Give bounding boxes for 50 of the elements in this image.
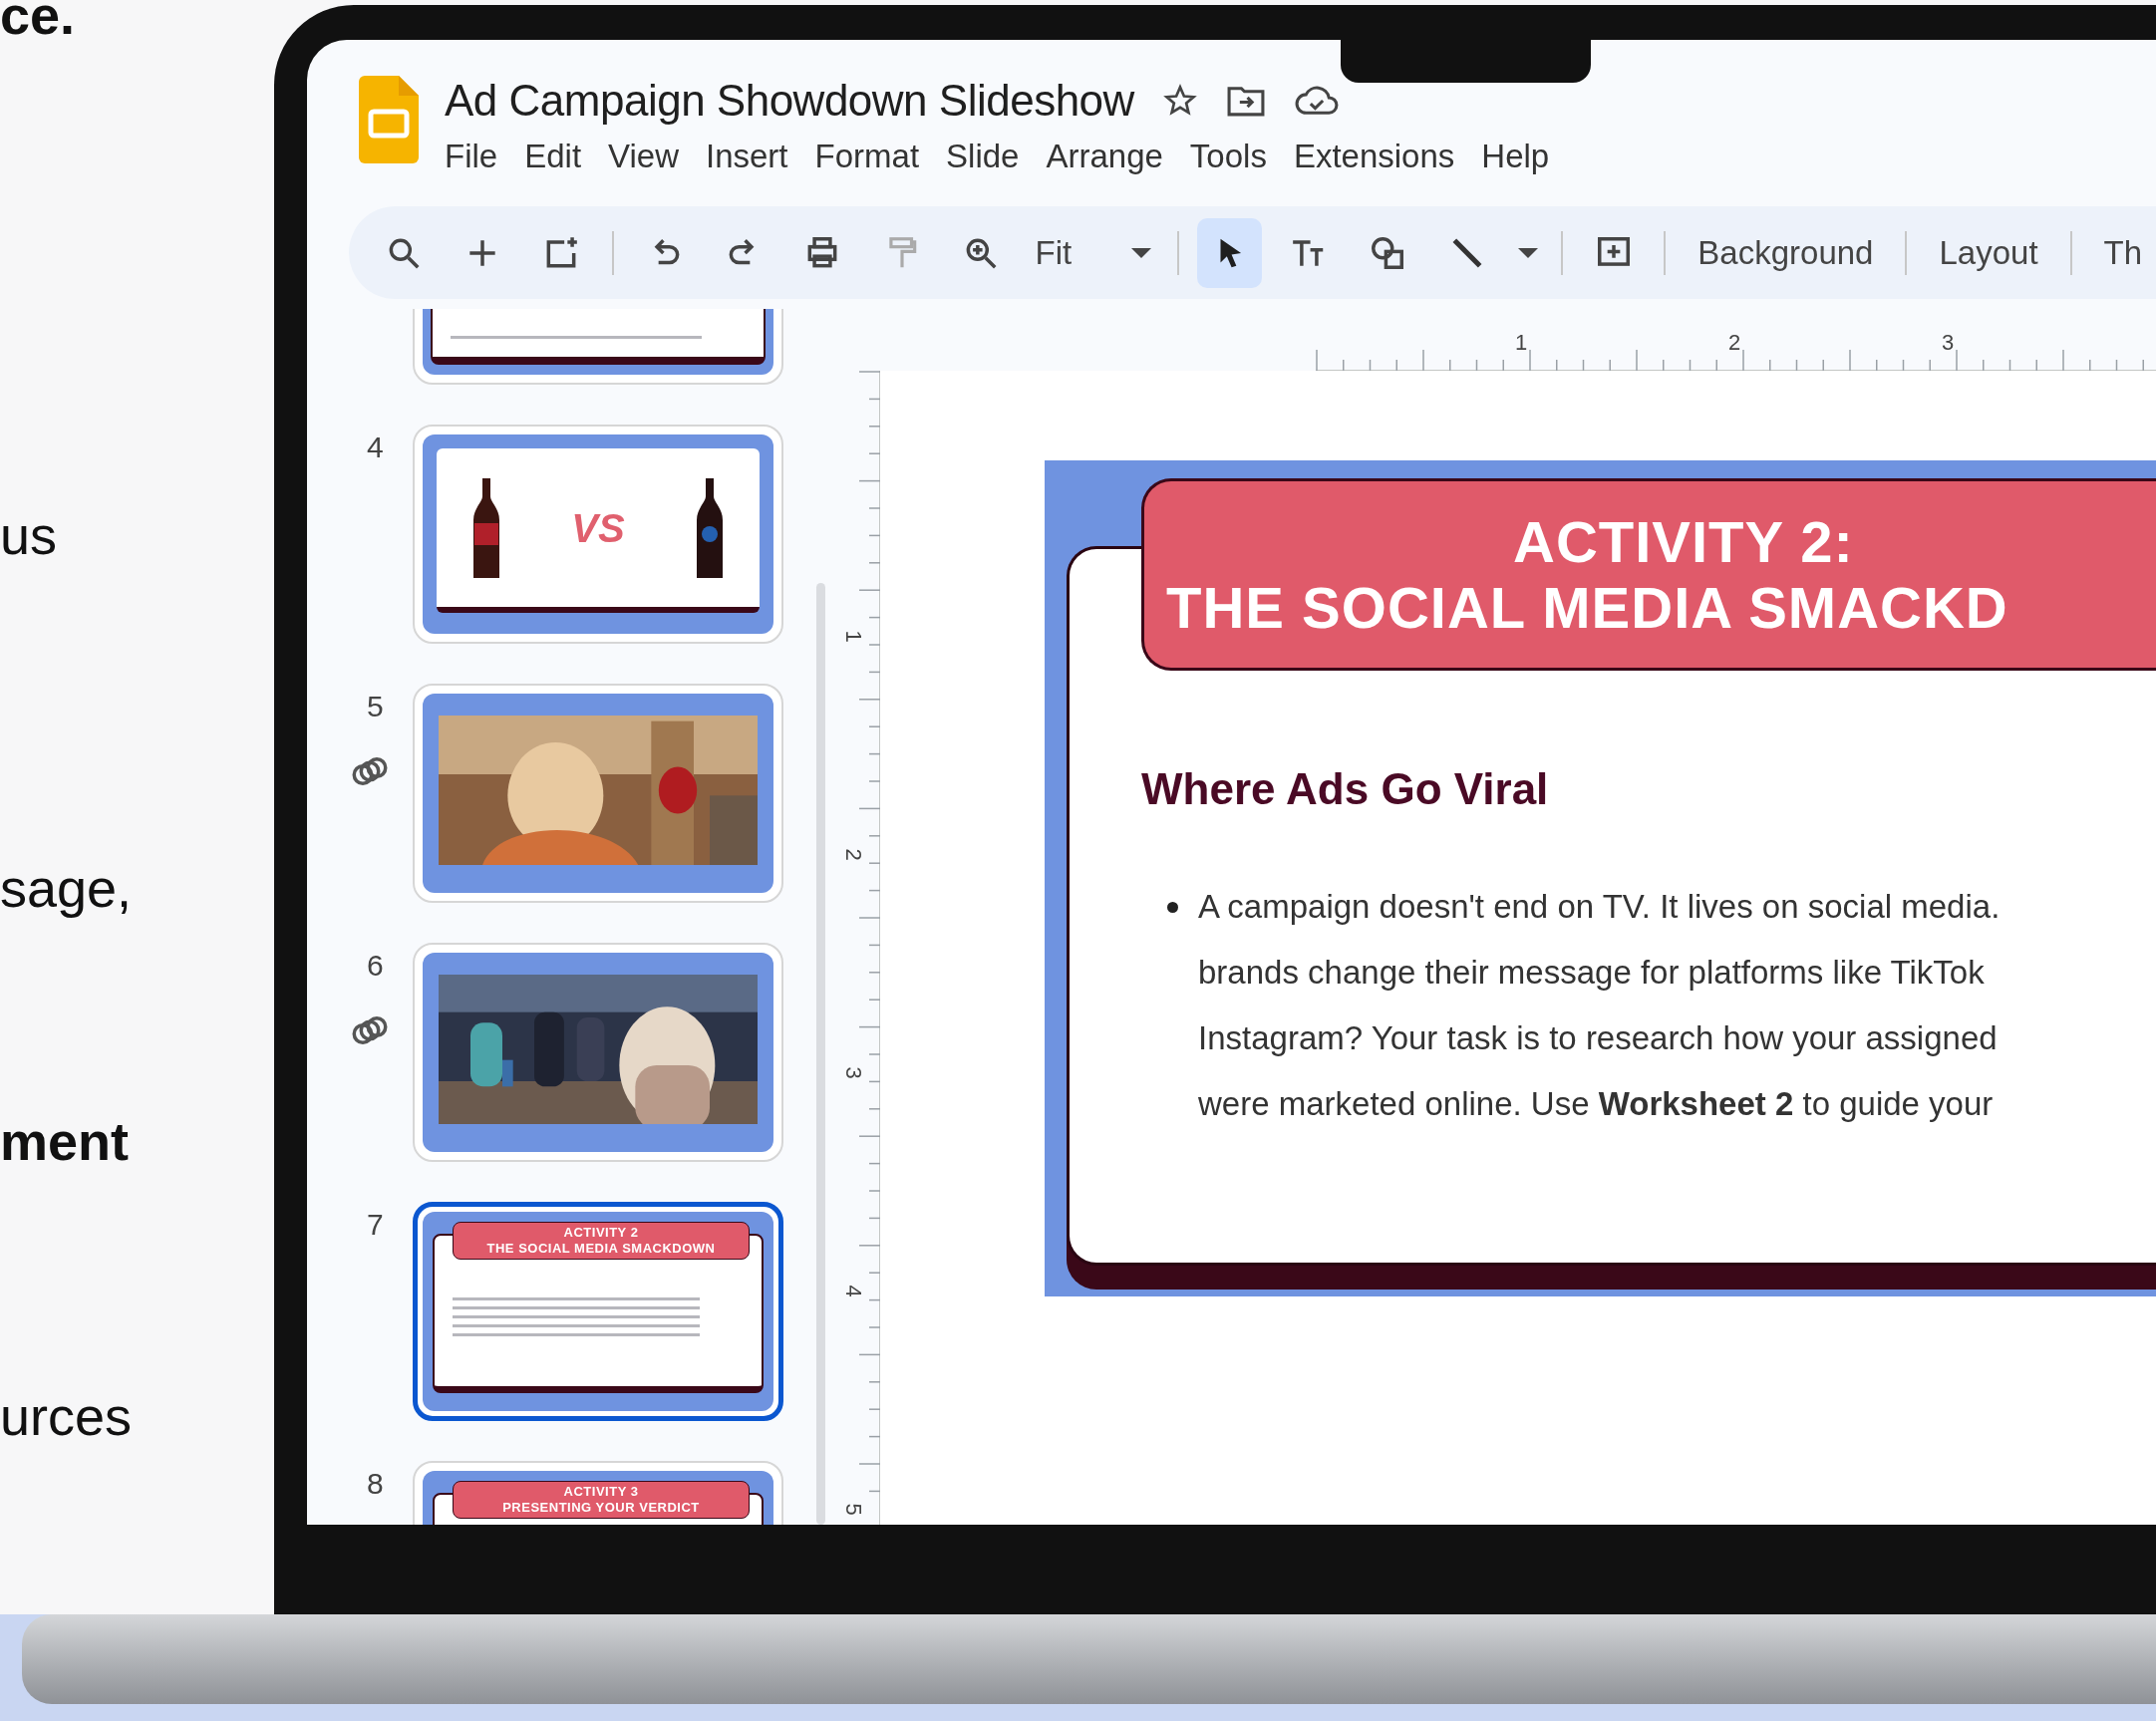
- menu-item[interactable]: File: [445, 132, 498, 181]
- caret-icon: [1518, 247, 1539, 258]
- ruler-number: 4: [839, 1285, 867, 1297]
- bullet-text: A campaign doesn't end on TV. It lives on social media. brands change their message for platforms like TikTok Instagram? Your task is to research how your assigned were marketed online. Use Worksheet 2 to guide your: [1198, 887, 2001, 1124]
- slide-number: 6: [367, 948, 384, 984]
- tool-button[interactable]: [1197, 217, 1263, 288]
- ruler-number: 2: [1728, 329, 1741, 357]
- slide-thumbnail[interactable]: ACTIVITY 2 THE SOCIAL MEDIA SMACKDOWN: [413, 1202, 783, 1421]
- menu-item[interactable]: Slide: [946, 132, 1020, 181]
- slide-title: ACTIVITY 3 PRESENTING YOUR VERDICT: [502, 1484, 700, 1516]
- menu-item[interactable]: Format: [814, 132, 920, 181]
- promo-text: ment: [0, 1110, 130, 1173]
- slide-number: 8: [367, 1466, 384, 1502]
- ruler-number: 2: [839, 848, 867, 861]
- slide-number: 7: [367, 1207, 384, 1243]
- slide-thumbnail[interactable]: [413, 943, 783, 1162]
- vs-text: VS: [571, 504, 625, 552]
- slide-title: ACTIVITY 2: THE SOCIAL MEDIA SMACKD: [1165, 508, 2009, 641]
- scrollbar[interactable]: [816, 583, 825, 1525]
- toolbar-button[interactable]: Layout: [1925, 227, 2052, 278]
- slide-thumbnail[interactable]: ACTIVITY 3 PRESENTING YOUR VERDICT: [413, 1461, 783, 1525]
- promo-text: us: [0, 504, 59, 567]
- slide-number: 4: [367, 430, 384, 465]
- slide-heading: Where Ads Go Viral: [1141, 763, 1550, 815]
- menu-item[interactable]: Arrange: [1046, 132, 1163, 181]
- promo-text: urces: [0, 1385, 134, 1448]
- ruler-number: 3: [1942, 329, 1955, 357]
- menu-item[interactable]: Insert: [706, 132, 788, 181]
- ruler-number: 3: [839, 1066, 867, 1079]
- slide-number: 5: [367, 689, 384, 724]
- bullet-icon: [1167, 902, 1178, 913]
- promo-text: ce.: [0, 0, 77, 47]
- ruler-number: 1: [839, 630, 867, 643]
- menu-item[interactable]: Tools: [1189, 132, 1267, 181]
- ruler-number: 5: [839, 1503, 867, 1516]
- menu-item[interactable]: View: [608, 132, 679, 181]
- cloud-icon[interactable]: [1293, 84, 1340, 118]
- document-title[interactable]: Ad Campaign Showdown Slideshow: [445, 68, 1134, 134]
- menu-item[interactable]: Edit: [524, 132, 582, 181]
- folder-icon[interactable]: [1225, 84, 1266, 118]
- toolbar-button[interactable]: Th: [2089, 227, 2156, 278]
- toolbar-button[interactable]: Background: [1684, 227, 1888, 278]
- zoom-dropdown[interactable]: Fit: [1027, 222, 1160, 283]
- caret-icon: [1131, 247, 1152, 258]
- slide-title: ACTIVITY 2 THE SOCIAL MEDIA SMACKDOWN: [486, 1225, 716, 1257]
- slide-thumbnail[interactable]: [413, 684, 783, 903]
- ruler-number: 1: [1515, 329, 1528, 357]
- menu-item[interactable]: Help: [1481, 132, 1550, 181]
- promo-text: sage,: [0, 857, 134, 920]
- menu-item[interactable]: Extensions: [1293, 132, 1455, 181]
